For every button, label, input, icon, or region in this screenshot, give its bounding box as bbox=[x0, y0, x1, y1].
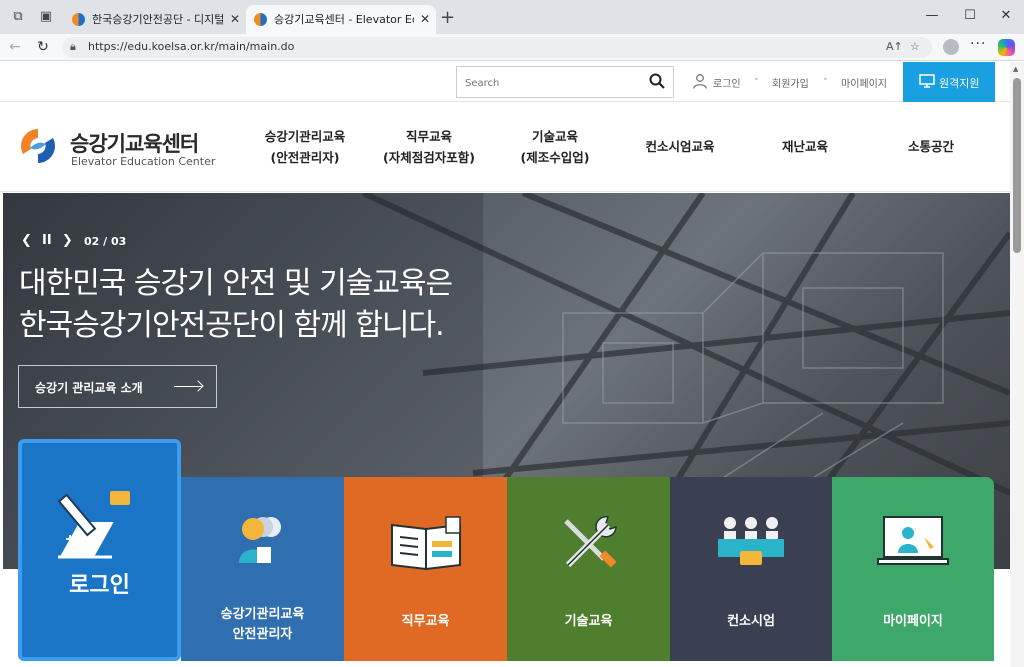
menu-line1: 재난교육 bbox=[781, 139, 828, 154]
hero-title-line2: 한국승강기안전공단이 함께 합니다. bbox=[19, 308, 445, 343]
menu-line2: (제조수입업) bbox=[520, 150, 590, 165]
scrollbar-thumb[interactable] bbox=[1013, 78, 1021, 253]
menu-technical-training[interactable]: 기술교육 (제조수입업) bbox=[490, 126, 620, 168]
menu-line1: 소통공간 bbox=[907, 139, 954, 154]
menu-consortium[interactable]: 컨소시엄교육 bbox=[615, 136, 745, 157]
slide-counter: 02 / 03 bbox=[84, 235, 127, 248]
profile-avatar[interactable] bbox=[943, 39, 959, 55]
tile-label: 직무교육 bbox=[401, 614, 450, 629]
main-navigation: 승강기교육센터 Elevator Education Center 승강기관리교… bbox=[0, 102, 1010, 192]
menu-line2: (자체점검자포함) bbox=[383, 150, 475, 165]
hero-button-label: 승강기 관리교육 소개 bbox=[35, 381, 143, 395]
url-text: https://edu.koelsa.or.kr/main/main.do bbox=[88, 40, 295, 53]
arrow-right-icon bbox=[174, 386, 202, 387]
koelsa-logo-icon[interactable] bbox=[18, 126, 58, 166]
menu-line1: 컨소시엄교육 bbox=[645, 139, 715, 154]
quick-tile-job-training[interactable]: 직무교육 bbox=[344, 477, 507, 661]
laptop-user-icon bbox=[877, 516, 949, 565]
tile-label: 컨소시엄 bbox=[727, 614, 775, 629]
hero-intro-button[interactable]: 승강기 관리교육 소개 bbox=[18, 365, 217, 408]
close-tab-icon[interactable]: ✕ bbox=[230, 5, 240, 34]
monitor-icon bbox=[919, 74, 935, 88]
lock-icon[interactable]: 🔒︎ bbox=[70, 40, 76, 54]
browser-titlebar: ⧉ ▣ 한국승강기안전공단 - 디지털원 ✕ 승강기교육센터 - Elevato… bbox=[0, 0, 1024, 34]
refresh-icon[interactable]: ↻ bbox=[34, 38, 52, 56]
page-scrollbar[interactable]: ▲ bbox=[1010, 62, 1024, 667]
utility-bar: 로그인 • 회원가입 • 마이페이지 원격지원 bbox=[0, 62, 1010, 102]
browser-tab-active[interactable]: 승강기교육센터 - Elevator Educat ✕ bbox=[246, 5, 436, 34]
meeting-icon bbox=[718, 517, 784, 565]
site-favicon-icon bbox=[254, 13, 267, 26]
quick-tile-technical-training[interactable]: 기술교육 bbox=[507, 477, 670, 661]
copilot-icon[interactable] bbox=[998, 39, 1015, 56]
url-field[interactable]: 🔒︎ https://edu.koelsa.or.kr/main/main.do… bbox=[62, 37, 932, 58]
read-aloud-icon[interactable]: A↑ bbox=[886, 40, 903, 53]
address-bar-row: ← ↻ 🔒︎ https://edu.koelsa.or.kr/main/mai… bbox=[0, 34, 1024, 61]
scroll-up-icon[interactable]: ▲ bbox=[1013, 65, 1018, 73]
separator-dot: • bbox=[754, 75, 759, 84]
website-viewport: 로그인 • 회원가입 • 마이페이지 원격지원 승강기교육센터 Elevator… bbox=[0, 62, 1010, 667]
menu-community[interactable]: 소통공간 bbox=[866, 136, 996, 157]
workspaces-icon[interactable]: ⧉ bbox=[10, 9, 26, 25]
hero-title: 대한민국 승강기 안전 및 기술교육은 한국승강기안전공단이 함께 합니다. bbox=[19, 263, 453, 347]
search-box[interactable] bbox=[456, 66, 674, 98]
prev-slide-icon[interactable]: ❮ bbox=[21, 233, 32, 248]
logo-subtitle: Elevator Education Center bbox=[71, 155, 216, 168]
menu-line1: 기술교육 bbox=[531, 129, 578, 144]
login-link[interactable]: 로그인 bbox=[713, 75, 741, 90]
menu-line2: (안전관리자) bbox=[270, 150, 340, 165]
search-icon[interactable] bbox=[649, 73, 665, 89]
people-icon bbox=[238, 517, 281, 563]
tile-label-line1: 승강기관리교육 bbox=[220, 607, 305, 622]
remote-support-button[interactable]: 원격지원 bbox=[903, 62, 995, 102]
tools-icon bbox=[563, 516, 617, 568]
next-slide-icon[interactable]: ❯ bbox=[62, 233, 73, 248]
menu-job-training[interactable]: 직무교육 (자체점검자포함) bbox=[364, 126, 494, 168]
menu-elevator-management[interactable]: 승강기관리교육 (안전관리자) bbox=[240, 126, 370, 168]
hero-controls: ❮ II ❯ bbox=[21, 233, 73, 248]
quick-tile-mypage[interactable]: 마이페이지 bbox=[832, 477, 994, 661]
browser-tab-inactive[interactable]: 한국승강기안전공단 - 디지털원 ✕ bbox=[64, 5, 246, 34]
more-menu-icon[interactable]: ··· bbox=[970, 36, 986, 52]
tile-label-line2: 안전관리자 bbox=[232, 627, 293, 642]
quick-login-tile[interactable]: 로그인 bbox=[18, 439, 181, 661]
signup-link[interactable]: 회원가입 bbox=[772, 75, 809, 90]
tab-title: 승강기교육센터 - Elevator Educat bbox=[274, 13, 414, 26]
hero-title-line1: 대한민국 승강기 안전 및 기술교육은 bbox=[19, 266, 453, 301]
menu-disaster[interactable]: 재난교육 bbox=[740, 136, 870, 157]
tab-title: 한국승강기안전공단 - 디지털원 bbox=[92, 13, 224, 26]
quick-tile-consortium[interactable]: 컨소시엄 bbox=[670, 477, 832, 661]
book-icon bbox=[390, 516, 461, 571]
favorite-star-icon[interactable]: ☆ bbox=[910, 40, 920, 53]
menu-line1: 직무교육 bbox=[405, 129, 452, 144]
login-laptop-pencil-icon bbox=[57, 491, 130, 559]
pause-icon[interactable]: II bbox=[42, 233, 52, 248]
logo-title[interactable]: 승강기교육센터 bbox=[70, 128, 199, 158]
remote-support-label: 원격지원 bbox=[939, 77, 980, 90]
tab-actions-icon[interactable]: ▣ bbox=[38, 9, 54, 25]
mypage-link[interactable]: 마이페이지 bbox=[841, 75, 887, 90]
tile-label: 기술교육 bbox=[564, 614, 613, 629]
minimize-icon[interactable]: — bbox=[922, 6, 942, 26]
tile-label: 마이페이지 bbox=[883, 614, 943, 629]
maximize-icon[interactable]: ☐ bbox=[960, 6, 980, 26]
close-tab-icon[interactable]: ✕ bbox=[420, 5, 430, 34]
new-tab-icon[interactable]: + bbox=[440, 7, 455, 28]
login-tile-label: 로그인 bbox=[69, 573, 130, 598]
separator-dot: • bbox=[823, 75, 828, 84]
user-icon bbox=[692, 74, 708, 89]
search-input[interactable] bbox=[465, 74, 635, 92]
quick-tile-elevator-management[interactable]: 승강기관리교육 안전관리자 bbox=[181, 477, 344, 661]
back-icon[interactable]: ← bbox=[6, 38, 24, 56]
site-favicon-icon bbox=[72, 13, 85, 26]
menu-line1: 승강기관리교육 bbox=[264, 129, 346, 144]
close-window-icon[interactable]: ✕ bbox=[996, 6, 1016, 26]
